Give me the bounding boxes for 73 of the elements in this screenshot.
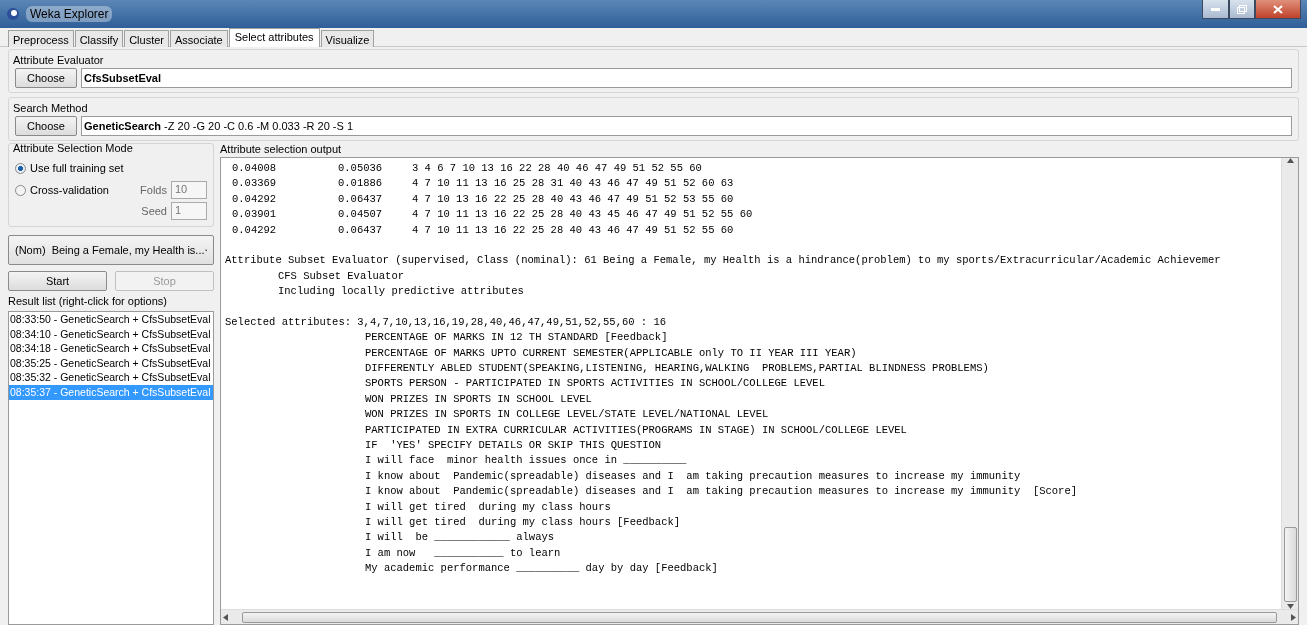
output-text: I will face minor health issues once in __________ xyxy=(365,454,687,467)
vertical-scrollbar[interactable] xyxy=(1281,158,1298,609)
folds-label: Folds xyxy=(140,184,167,196)
output-text: PARTICIPATED IN EXTRA CURRICULAR ACTIVITIES(PROGRAMS IN STAGE) IN SCHOOL/COLLEGE LEVEL xyxy=(365,423,907,436)
output-text: 0.04507 xyxy=(338,207,384,223)
output-text: 0.06437 xyxy=(338,191,384,207)
radio-option[interactable]: Cross-validation xyxy=(15,180,109,200)
output-text: My academic performance __________ day by day [Feedback] xyxy=(365,562,718,575)
choose-button[interactable]: Choose xyxy=(15,116,77,136)
output-text: 0.04008 xyxy=(232,161,278,176)
output-text: SPORTS PERSON - PARTICIPATED IN SPORTS ACTIVITIES IN SCHOOL/COLLEGE LEVEL xyxy=(365,377,825,390)
output-text: I know about Pandemic(spreadable) diseases and I am taking precaution measures to increase my immunity [Score] xyxy=(365,485,1078,498)
tab[interactable]: Associate xyxy=(170,30,228,47)
maximize-icon xyxy=(1237,4,1247,14)
output-text: PERCENTAGE OF MARKS IN 12 TH STANDARD [Feedback] xyxy=(365,331,668,344)
output-text: WON PRIZES IN SPORTS IN SCHOOL LEVEL xyxy=(365,392,592,405)
start-button[interactable]: Start xyxy=(8,271,107,291)
output-text: 0.05036 xyxy=(338,161,384,176)
output-text: 0.04292 xyxy=(232,222,278,238)
output-text: 0.06437 xyxy=(338,222,384,238)
group-title: Result list (right-click for options) xyxy=(8,295,168,307)
output-text: 4 7 10 13 16 22 25 28 40 43 46 47 49 51 52 53 55 60 xyxy=(412,192,734,205)
maximize-button[interactable] xyxy=(1229,0,1255,19)
output-text: 0.03369 xyxy=(232,176,278,192)
scroll-thumb[interactable] xyxy=(1283,527,1297,602)
output-text: 4 7 10 11 13 16 22 25 28 40 43 45 46 47 49 51 52 55 60 xyxy=(412,208,753,221)
folds-field[interactable]: 10 xyxy=(171,181,207,199)
output-text: Attribute Subset Evaluator (supervised, Class (nominal): 61 Being a Female, my Health is a hindrance(problem) to my sports/Extracurricular/Academic Achievemer xyxy=(225,254,1221,267)
scroll-left-icon[interactable] xyxy=(223,613,228,621)
output-text: DIFFERENTLY ABLED STUDENT(SPEAKING,LISTENING, HEARING,WALKING PROBLEMS,PARTIAL BLINDNESS PROBLEMS) xyxy=(365,362,989,375)
tab[interactable]: Visualize xyxy=(320,30,375,47)
output-text: Including locally predictive attributes xyxy=(278,285,524,298)
scroll-up-icon[interactable] xyxy=(1286,158,1294,163)
output-text: WON PRIZES IN SPORTS IN COLLEGE LEVEL/STATE LEVEL/NATIONAL LEVEL xyxy=(365,408,769,421)
tab[interactable]: Classify xyxy=(74,30,124,47)
group-title: Search Method xyxy=(13,102,88,114)
scroll-thumb[interactable] xyxy=(242,611,1277,623)
seed-label: Seed xyxy=(141,205,167,217)
output-text: CFS Subset Evaluator xyxy=(278,269,405,282)
close-button[interactable] xyxy=(1255,0,1301,19)
choose-button[interactable]: Choose xyxy=(15,68,77,88)
close-icon xyxy=(1273,4,1283,14)
horizontal-scrollbar[interactable] xyxy=(221,609,1298,624)
output-text: I am now ___________ to learn xyxy=(365,546,561,559)
seed-field[interactable]: 1 xyxy=(171,202,207,220)
output-text: I know about Pandemic(spreadable) diseases and I am taking precaution measures to increase my immunity xyxy=(365,469,1021,482)
tab[interactable]: Preprocess xyxy=(8,30,74,47)
group-title: Attribute selection output xyxy=(220,143,343,155)
minimize-button[interactable] xyxy=(1202,0,1229,19)
output-text: Selected attributes: 3,4,7,10,13,16,19,28,40,46,47,49,51,52,55,60 : 16 xyxy=(225,315,667,328)
output-text: 0.01886 xyxy=(338,176,384,192)
tab[interactable]: Cluster xyxy=(124,30,169,47)
group-title: Attribute Selection Mode xyxy=(13,142,134,154)
minimize-icon xyxy=(1211,7,1220,11)
tab[interactable]: Select attributes xyxy=(228,28,320,47)
output-text: 4 7 10 11 13 16 22 25 28 40 43 46 47 49 51 52 55 60 xyxy=(412,223,734,236)
output-text: 3 4 6 7 10 13 16 22 28 40 46 47 49 51 52 55 60 xyxy=(412,162,702,174)
class-dropdown[interactable]: (Nom) Being a Female, my Health is... xyxy=(8,235,214,265)
output-text: IF 'YES' SPECIFY DETAILS OR SKIP THIS QUESTION xyxy=(365,439,662,452)
search-method-field[interactable]: GeneticSearch -Z 20 -G 20 -C 0.6 -M 0.033 -R 20 -S 1 xyxy=(81,116,1292,136)
evaluator-field[interactable]: CfsSubsetEval xyxy=(81,68,1292,88)
output-text: 4 7 10 11 13 16 25 28 31 40 43 46 47 49 51 52 60 63 xyxy=(412,177,734,190)
app-icon xyxy=(6,7,20,21)
output-text: I will be ____________ always xyxy=(365,531,555,544)
output-text: PERCENTAGE OF MARKS UPTO CURRENT SEMESTER(APPLICABLE only TO II YEAR III YEAR) xyxy=(365,346,857,359)
output-text: I will get tired during my class hours [Feedback] xyxy=(365,516,681,528)
output-text: 0.03901 xyxy=(232,207,278,223)
output-text: 0.04292 xyxy=(232,191,278,207)
radio-option[interactable]: Use full training set xyxy=(15,158,124,178)
window-title: Weka Explorer xyxy=(26,6,113,22)
scroll-right-icon[interactable] xyxy=(1291,613,1296,621)
group-title: Attribute Evaluator xyxy=(13,54,104,66)
output-text: I will get tired during my class hours xyxy=(365,500,611,513)
